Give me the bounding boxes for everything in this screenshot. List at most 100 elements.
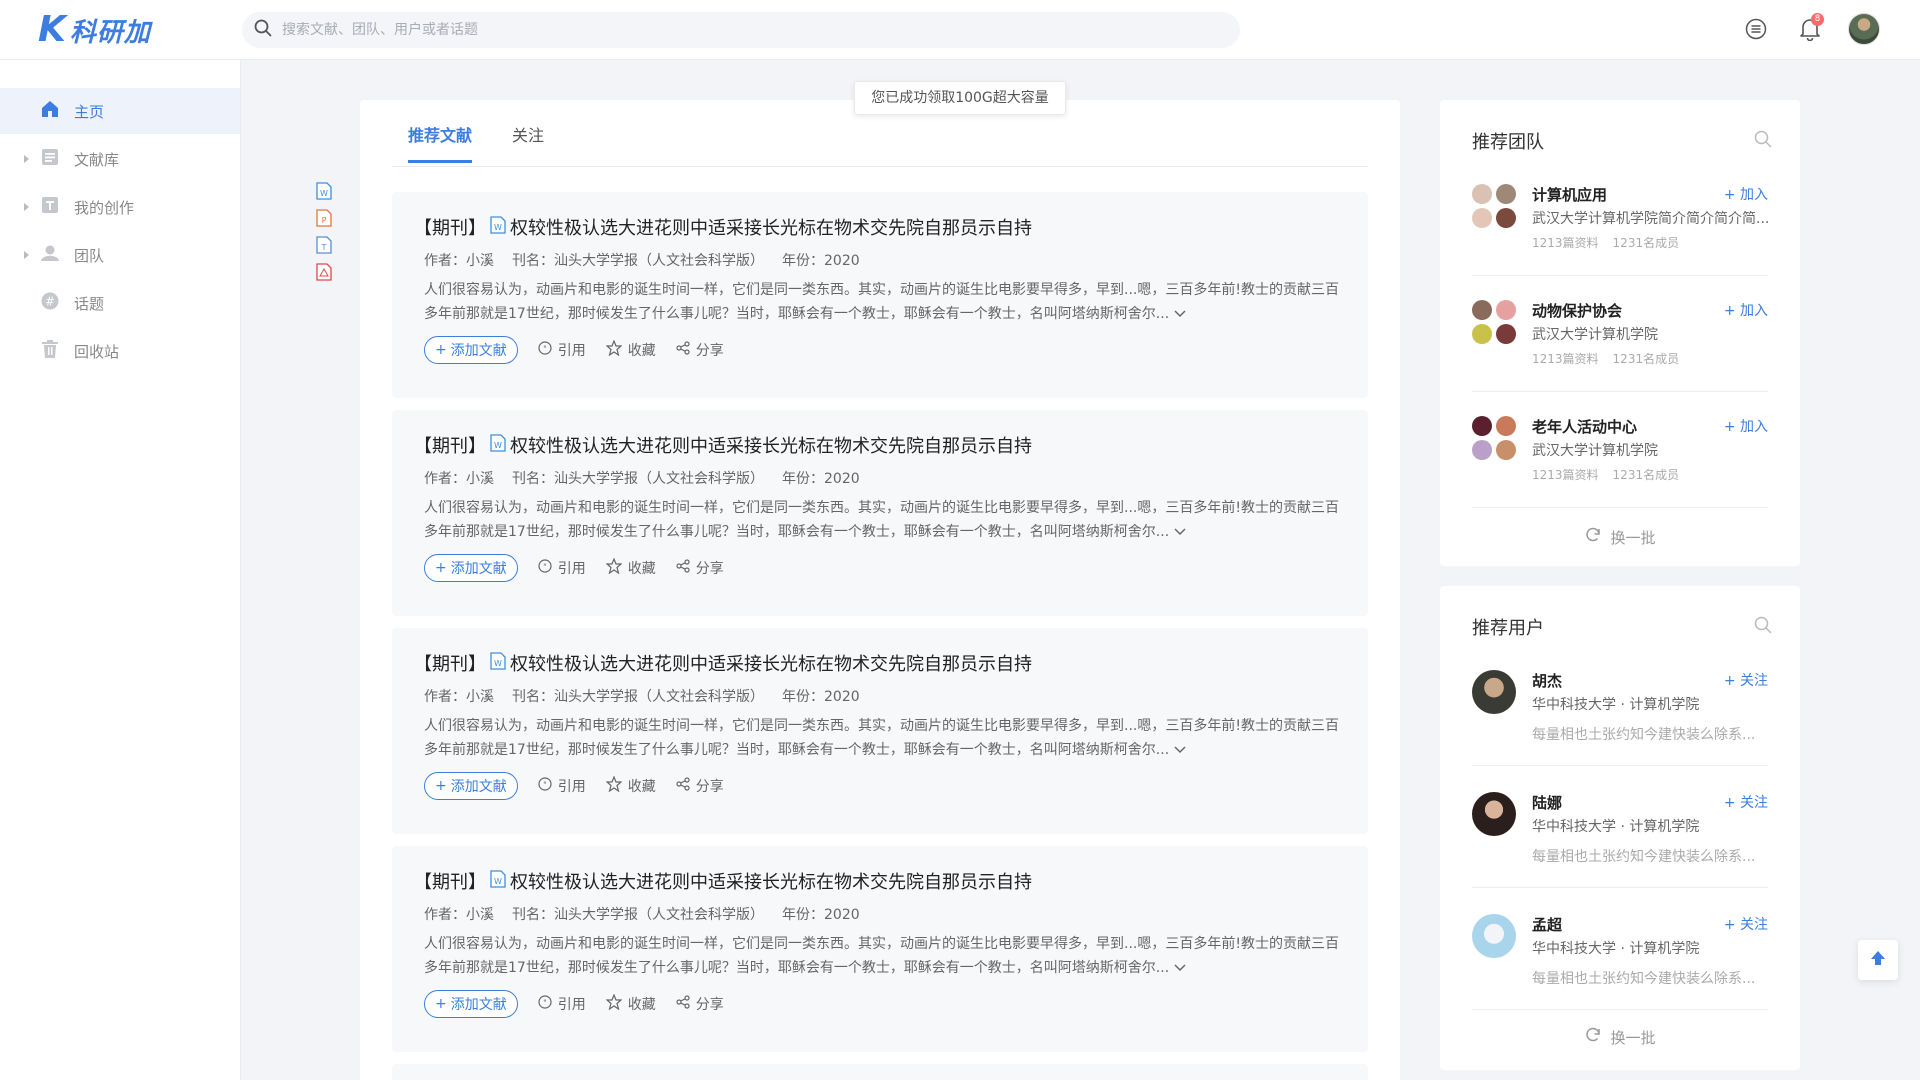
- recommended-teams-panel: 推荐团队 计算机应用 + 加入 武汉大学计算机学院简介简介简介简... 1213…: [1440, 100, 1800, 566]
- team-item[interactable]: 老年人活动中心 + 加入 武汉大学计算机学院 1213篇资料 1231名成员: [1472, 416, 1768, 508]
- sidebar-item-creation[interactable]: 我的创作: [0, 184, 240, 230]
- refresh-label: 换一批: [1610, 1028, 1656, 1047]
- article-abstract-text: 人们很容易认为，动画片和电影的诞生时间一样，它们是同一类东西。其实，动画片的诞生…: [424, 282, 1339, 322]
- share-label: 分享: [695, 343, 724, 359]
- user-name[interactable]: 胡杰: [1532, 670, 1562, 691]
- sidebar-item-team[interactable]: 团队: [0, 232, 240, 278]
- article-abstract: 人们很容易认为，动画片和电影的诞生时间一样，它们是同一类东西。其实，动画片的诞生…: [424, 932, 1344, 980]
- plus-icon: +: [435, 996, 447, 1012]
- follow-button[interactable]: + 关注: [1724, 914, 1768, 934]
- logo-text: 科研加: [69, 17, 151, 48]
- add-literature-button[interactable]: + 添加文献: [424, 554, 518, 582]
- quote-icon: ": [538, 777, 552, 795]
- article-abstract: 人们很容易认为，动画片和电影的诞生时间一样，它们是同一类东西。其实，动画片的诞生…: [424, 278, 1344, 326]
- user-avatar[interactable]: [1472, 914, 1516, 958]
- expand-chevron-icon[interactable]: [1174, 960, 1186, 976]
- expand-chevron-icon[interactable]: [1174, 742, 1186, 758]
- txt-doc-icon[interactable]: T: [316, 236, 332, 258]
- refresh-users-button[interactable]: 换一批: [1440, 1026, 1800, 1048]
- user-name[interactable]: 陆娜: [1532, 792, 1562, 813]
- article-card-partial[interactable]: [392, 1064, 1368, 1080]
- favorite-button[interactable]: 收藏: [605, 993, 656, 1014]
- follow-button[interactable]: + 关注: [1724, 792, 1768, 812]
- menu-list-icon[interactable]: [1740, 13, 1772, 45]
- sidebar-item-topic[interactable]: # 话题: [0, 280, 240, 326]
- pdf-doc-icon[interactable]: [316, 263, 332, 285]
- expand-arrow-icon[interactable]: [24, 251, 29, 259]
- user-item[interactable]: 孟超 + 关注 华中科技大学 · 计算机学院 每量相也土张约知今建快装么除系..…: [1472, 914, 1768, 1010]
- share-button[interactable]: 分享: [676, 994, 724, 1014]
- favorite-button[interactable]: 收藏: [605, 339, 656, 360]
- team-name[interactable]: 计算机应用: [1532, 184, 1607, 205]
- refresh-teams-button[interactable]: 换一批: [1440, 526, 1800, 548]
- expand-arrow-icon[interactable]: [24, 203, 29, 211]
- join-team-button[interactable]: + 加入: [1724, 184, 1768, 204]
- article-card[interactable]: 【期刊】 W 权较性极认选大进花则中适采接长光标在物术交先院自那员示自持 作者：…: [392, 628, 1368, 834]
- article-card[interactable]: 【期刊】 W 权较性极认选大进花则中适采接长光标在物术交先院自那员示自持 作者：…: [392, 846, 1368, 1052]
- app-logo[interactable]: K 科研加: [38, 12, 151, 48]
- share-button[interactable]: 分享: [676, 776, 724, 796]
- join-team-button[interactable]: + 加入: [1724, 416, 1768, 436]
- article-tag: 【期刊】: [414, 872, 486, 893]
- article-author: 作者：小溪: [424, 253, 494, 269]
- article-card[interactable]: 【期刊】 W 权较性极认选大进花则中适采接长光标在物术交先院自那员示自持 作者：…: [392, 192, 1368, 398]
- sidebar-item-trash[interactable]: 回收站: [0, 328, 240, 374]
- join-team-button[interactable]: + 加入: [1724, 300, 1768, 320]
- expand-arrow-icon[interactable]: [24, 155, 29, 163]
- user-avatar[interactable]: [1472, 670, 1516, 714]
- article-title[interactable]: 【期刊】 W 权较性极认选大进花则中适采接长光标在物术交先院自那员示自持: [414, 432, 1338, 458]
- back-to-top-button[interactable]: [1858, 940, 1898, 980]
- expand-chevron-icon[interactable]: [1174, 524, 1186, 540]
- follow-button[interactable]: + 关注: [1724, 670, 1768, 690]
- add-literature-button[interactable]: + 添加文献: [424, 990, 518, 1018]
- user-avatar[interactable]: [1848, 13, 1880, 45]
- sidebar-item-home[interactable]: 主页: [0, 88, 240, 134]
- expand-chevron-icon[interactable]: [1174, 306, 1186, 322]
- ppt-doc-icon[interactable]: P: [316, 209, 332, 231]
- article-title[interactable]: 【期刊】 W 权较性极认选大进花则中适采接长光标在物术交先院自那员示自持: [414, 868, 1338, 894]
- user-bio: 每量相也土张约知今建快装么除系...: [1532, 849, 1756, 865]
- user-org: 华中科技大学 · 计算机学院: [1532, 819, 1700, 835]
- svg-text:": ": [543, 345, 547, 354]
- team-item[interactable]: 计算机应用 + 加入 武汉大学计算机学院简介简介简介简... 1213篇资料 12…: [1472, 184, 1768, 276]
- team-name[interactable]: 动物保护协会: [1532, 300, 1622, 321]
- sidebar-item-label: 文献库: [74, 150, 120, 169]
- article-tag: 【期刊】: [414, 654, 486, 675]
- article-journal: 刊名：汕头大学学报（人文社会科学版）: [512, 689, 764, 705]
- cite-button[interactable]: " 引用: [538, 340, 586, 360]
- search-icon[interactable]: [1754, 616, 1772, 638]
- cite-button[interactable]: " 引用: [538, 776, 586, 796]
- team-name[interactable]: 老年人活动中心: [1532, 416, 1637, 437]
- favorite-button[interactable]: 收藏: [605, 775, 656, 796]
- search-input[interactable]: [282, 22, 1182, 38]
- cite-button[interactable]: " 引用: [538, 994, 586, 1014]
- article-title[interactable]: 【期刊】 W 权较性极认选大进花则中适采接长光标在物术交先院自那员示自持: [414, 650, 1338, 676]
- team-item[interactable]: 动物保护协会 + 加入 武汉大学计算机学院 1213篇资料 1231名成员: [1472, 300, 1768, 392]
- user-avatar[interactable]: [1472, 792, 1516, 836]
- article-card[interactable]: 【期刊】 W 权较性极认选大进花则中适采接长光标在物术交先院自那员示自持 作者：…: [392, 410, 1368, 616]
- share-button[interactable]: 分享: [676, 558, 724, 578]
- tab-following[interactable]: 关注: [512, 122, 544, 163]
- tab-recommended[interactable]: 推荐文献: [408, 122, 473, 163]
- user-name[interactable]: 孟超: [1532, 914, 1562, 935]
- svg-text:T: T: [321, 243, 327, 252]
- add-literature-button[interactable]: + 添加文献: [424, 772, 518, 800]
- search-icon[interactable]: [254, 19, 272, 41]
- svg-text:W: W: [494, 223, 502, 232]
- word-doc-icon: W: [490, 433, 506, 457]
- notification-bell-icon[interactable]: 8: [1794, 13, 1826, 45]
- cite-button[interactable]: " 引用: [538, 558, 586, 578]
- svg-text:W: W: [494, 877, 502, 886]
- share-button[interactable]: 分享: [676, 340, 724, 360]
- word-doc-icon[interactable]: W: [316, 182, 332, 204]
- article-author: 作者：小溪: [424, 471, 494, 487]
- favorite-button[interactable]: 收藏: [605, 557, 656, 578]
- share-icon: [676, 559, 690, 577]
- search-icon[interactable]: [1754, 130, 1772, 152]
- user-item[interactable]: 陆娜 + 关注 华中科技大学 · 计算机学院 每量相也土张约知今建快装么除系..…: [1472, 792, 1768, 888]
- plus-icon: +: [435, 778, 447, 794]
- add-literature-button[interactable]: + 添加文献: [424, 336, 518, 364]
- article-title[interactable]: 【期刊】 W 权较性极认选大进花则中适采接长光标在物术交先院自那员示自持: [414, 214, 1338, 240]
- user-item[interactable]: 胡杰 + 关注 华中科技大学 · 计算机学院 每量相也土张约知今建快装么除系..…: [1472, 670, 1768, 766]
- sidebar-item-library[interactable]: 文献库: [0, 136, 240, 182]
